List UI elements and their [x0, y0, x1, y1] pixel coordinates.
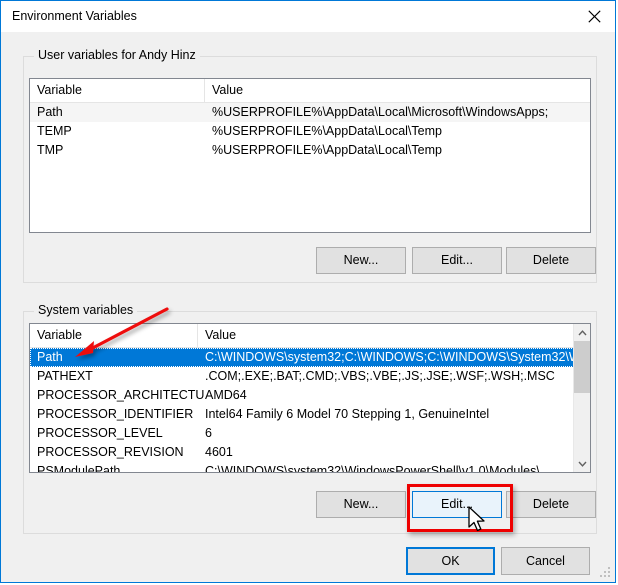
- table-row[interactable]: PROCESSOR_REVISION 4601: [30, 443, 590, 462]
- system-variables-legend: System variables: [34, 303, 138, 317]
- cell-variable: TEMP: [37, 124, 72, 138]
- cell-variable: PROCESSOR_LEVEL: [37, 426, 163, 440]
- cell-value: C:\WINDOWS\system32\WindowsPowerShell\v1…: [205, 464, 540, 473]
- table-row[interactable]: PROCESSOR_ARCHITECTURE AMD64: [30, 386, 590, 405]
- table-row[interactable]: TMP %USERPROFILE%\AppData\Local\Temp: [30, 141, 590, 160]
- system-delete-button[interactable]: Delete: [506, 491, 596, 518]
- resize-grip[interactable]: [600, 567, 612, 579]
- title-bar: Environment Variables: [1, 1, 615, 32]
- user-list-header: Variable Value: [30, 79, 590, 103]
- cell-variable: PROCESSOR_ARCHITECTURE: [37, 388, 205, 402]
- system-list-body: Path C:\WINDOWS\system32;C:\WINDOWS;C:\W…: [30, 348, 590, 473]
- cell-variable: PSModulePath: [37, 464, 121, 473]
- system-edit-button[interactable]: Edit...: [412, 491, 502, 518]
- cell-value: %USERPROFILE%\AppData\Local\Microsoft\Wi…: [212, 105, 549, 119]
- cell-value: .COM;.EXE;.BAT;.CMD;.VBS;.VBE;.JS;.JSE;.…: [205, 369, 555, 383]
- cell-variable: PATHEXT: [37, 369, 93, 383]
- user-col-value[interactable]: Value: [205, 79, 590, 102]
- table-row[interactable]: PATHEXT .COM;.EXE;.BAT;.CMD;.VBS;.VBE;.J…: [30, 367, 590, 386]
- table-row[interactable]: PROCESSOR_LEVEL 6: [30, 424, 590, 443]
- system-new-button[interactable]: New...: [316, 491, 406, 518]
- user-new-button[interactable]: New...: [316, 247, 406, 274]
- ok-button[interactable]: OK: [406, 547, 495, 575]
- table-row[interactable]: Path C:\WINDOWS\system32;C:\WINDOWS;C:\W…: [30, 348, 590, 367]
- cell-value: C:\WINDOWS\system32;C:\WINDOWS;C:\WINDOW…: [205, 350, 580, 364]
- environment-variables-dialog: Environment Variables User variables for…: [0, 0, 616, 583]
- chevron-down-icon[interactable]: [574, 455, 590, 472]
- close-icon[interactable]: [571, 1, 615, 31]
- chevron-up-icon[interactable]: [574, 324, 590, 341]
- table-row[interactable]: TEMP %USERPROFILE%\AppData\Local\Temp: [30, 122, 590, 141]
- system-col-value[interactable]: Value: [198, 324, 573, 347]
- cell-variable: Path: [37, 350, 63, 364]
- cell-value: AMD64: [205, 388, 247, 402]
- cell-value: Intel64 Family 6 Model 70 Stepping 1, Ge…: [205, 407, 490, 421]
- system-list-header: Variable Value: [30, 324, 590, 348]
- cell-value: %USERPROFILE%\AppData\Local\Temp: [212, 143, 442, 157]
- cell-variable: Path: [37, 105, 63, 119]
- window-title: Environment Variables: [12, 9, 137, 23]
- user-delete-button[interactable]: Delete: [506, 247, 596, 274]
- user-list-body: Path %USERPROFILE%\AppData\Local\Microso…: [30, 103, 590, 160]
- cell-variable: PROCESSOR_IDENTIFIER: [37, 407, 194, 421]
- user-col-variable[interactable]: Variable: [30, 79, 205, 102]
- table-row[interactable]: Path %USERPROFILE%\AppData\Local\Microso…: [30, 103, 590, 122]
- user-variables-list[interactable]: Variable Value Path %USERPROFILE%\AppDat…: [29, 78, 591, 233]
- table-row[interactable]: PSModulePath C:\WINDOWS\system32\Windows…: [30, 462, 590, 473]
- cancel-button[interactable]: Cancel: [501, 547, 590, 575]
- cell-value: %USERPROFILE%\AppData\Local\Temp: [212, 124, 442, 138]
- user-variables-legend: User variables for Andy Hinz: [34, 48, 200, 62]
- scrollbar-thumb[interactable]: [574, 341, 590, 393]
- table-row[interactable]: PROCESSOR_IDENTIFIER Intel64 Family 6 Mo…: [30, 405, 590, 424]
- cell-variable: TMP: [37, 143, 64, 157]
- cell-value: 4601: [205, 445, 233, 459]
- system-variables-list[interactable]: Variable Value Path C:\WINDOWS\system32;…: [29, 323, 591, 473]
- cell-variable: PROCESSOR_REVISION: [37, 445, 184, 459]
- user-edit-button[interactable]: Edit...: [412, 247, 502, 274]
- cell-value: 6: [205, 426, 212, 440]
- system-col-variable[interactable]: Variable: [30, 324, 198, 347]
- system-list-scrollbar[interactable]: [573, 324, 590, 472]
